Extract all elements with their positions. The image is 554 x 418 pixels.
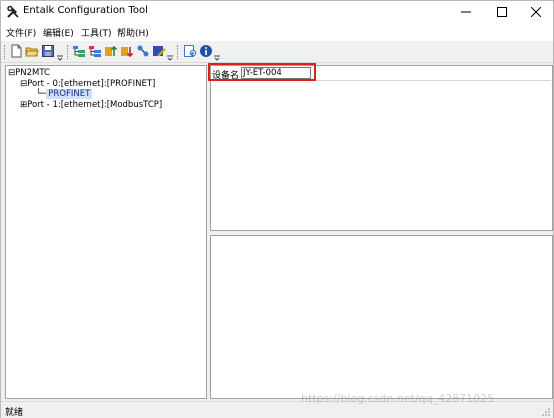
tree-node-root[interactable]: ⊟PN2MTC	[8, 68, 50, 78]
menu-tools[interactable]: 工具(T)	[81, 26, 112, 39]
properties-panel: 设备名 JY-ET-004	[210, 65, 553, 231]
connect-icon[interactable]	[136, 44, 150, 58]
tree-node-port0[interactable]: ⊟Port - 0:[ethernet]:[PROFINET]	[20, 79, 155, 89]
tools-icon	[7, 5, 19, 18]
output-panel[interactable]	[210, 235, 553, 399]
edit-icon[interactable]	[152, 44, 166, 58]
tree-node-port1[interactable]: ⊞Port - 1:[ethernet]:[ModbusTCP]	[20, 100, 162, 110]
maximize-button[interactable]	[485, 1, 519, 23]
info-icon[interactable]	[199, 44, 213, 58]
toolbar-overflow-icon[interactable]	[57, 55, 63, 61]
app-window: Entalk Configuration Tool 文件(F) 编辑(E) 工具…	[0, 0, 554, 418]
open-folder-icon[interactable]	[25, 44, 39, 58]
maximize-icon	[497, 7, 507, 17]
refresh-icon[interactable]	[183, 44, 197, 58]
watermark: https://blog.csdn.net/qq_42871025	[301, 392, 495, 405]
resize-grip-icon[interactable]	[541, 407, 551, 417]
tree-node-label: Port - 1:[ethernet]:[ModbusTCP]	[27, 100, 163, 110]
tree-node-label: PROFINET	[46, 89, 93, 99]
minimize-icon	[461, 11, 471, 13]
toolbar-overflow-icon[interactable]	[167, 55, 173, 61]
toolbar-grip[interactable]	[4, 45, 6, 59]
annotation-highlight-box	[208, 63, 316, 81]
upload-icon[interactable]	[104, 44, 118, 58]
add-device-icon[interactable]	[88, 44, 102, 58]
tree-node-label: PN2MTC	[15, 68, 50, 78]
device-tree-panel[interactable]: ⊟PN2MTC ⊟Port - 0:[ethernet]:[PROFINET] …	[5, 65, 207, 399]
close-icon	[531, 7, 541, 17]
toolbar	[1, 41, 553, 63]
close-button[interactable]	[519, 1, 553, 23]
tree-node-profinet[interactable]: └─ PROFINET	[36, 89, 93, 99]
status-text: 就绪	[5, 408, 24, 418]
tree-view-icon[interactable]	[72, 44, 86, 58]
toolbar-grip[interactable]	[67, 45, 69, 59]
toolbar-overflow-icon[interactable]	[214, 55, 220, 61]
save-icon[interactable]	[41, 44, 55, 58]
new-file-icon[interactable]	[9, 44, 23, 58]
tree-connector: └─	[36, 89, 47, 99]
toolbar-grip[interactable]	[177, 45, 179, 59]
tree-node-label: Port - 0:[ethernet]:[PROFINET]	[27, 79, 156, 89]
download-icon[interactable]	[120, 44, 134, 58]
menu-edit[interactable]: 编辑(E)	[43, 26, 74, 39]
minimize-button[interactable]	[449, 1, 483, 23]
window-title: Entalk Configuration Tool	[23, 5, 148, 16]
title-bar: Entalk Configuration Tool	[1, 1, 553, 23]
menu-file[interactable]: 文件(F)	[6, 26, 36, 39]
menu-bar: 文件(F) 编辑(E) 工具(T) 帮助(H)	[1, 23, 553, 41]
menu-help[interactable]: 帮助(H)	[117, 26, 149, 39]
